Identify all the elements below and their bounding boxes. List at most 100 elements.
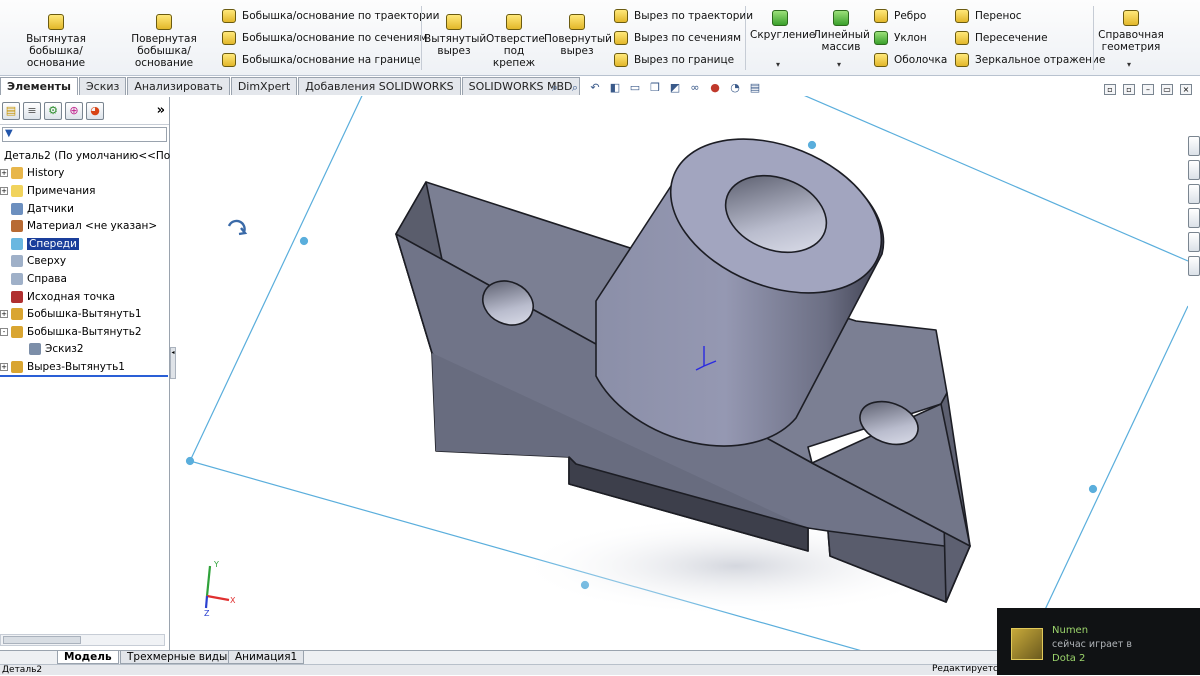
intersect-button[interactable]: Пересечение — [955, 31, 1048, 45]
command-manager-ribbon: Вытянутая бобышка/основание Повернутая б… — [0, 0, 1200, 76]
boundary-cut-icon — [614, 53, 628, 67]
tab-features[interactable]: Элементы — [0, 77, 78, 95]
expand-toggle-icon[interactable]: + — [0, 362, 8, 371]
expand-toggle-icon[interactable]: - — [0, 327, 8, 336]
linear-pattern-button[interactable]: Линейный массив — [813, 10, 870, 53]
tree-item[interactable]: + Бобышка-Вытянуть1 — [0, 305, 170, 323]
extruded-boss-button[interactable]: Вытянутая бобышка/основание — [4, 14, 108, 69]
tree-item[interactable]: - Бобышка-Вытянуть2 — [0, 323, 170, 341]
swept-cut-button[interactable]: Вырез по траектории — [614, 9, 753, 23]
tree-item-icon — [11, 184, 23, 197]
tab-sketch[interactable]: Эскиз — [78, 77, 127, 95]
hole-wizard-button[interactable]: Отверстие под крепеж — [486, 14, 545, 69]
graphics-area[interactable]: Y X Z — [176, 96, 1188, 650]
lofted-boss-button[interactable]: Бобышка/основание по сечениям — [222, 31, 427, 45]
game-notification[interactable]: Numen сейчас играет в Dota 2 — [997, 608, 1200, 675]
property-manager-icon[interactable]: ≡ — [23, 101, 41, 120]
tree-item[interactable]: Исходная точка — [0, 288, 170, 306]
tree-item[interactable]: Спереди — [0, 235, 170, 253]
tree-item-label: Бобышка-Вытянуть1 — [27, 308, 142, 321]
display-style-icon[interactable]: ◩ — [668, 81, 682, 95]
mirror-button[interactable]: Зеркальное отражение — [955, 53, 1105, 67]
draft-button[interactable]: Уклон — [874, 31, 927, 45]
tree-item[interactable]: + History — [0, 165, 170, 183]
tab-model[interactable]: Модель — [57, 651, 119, 664]
revolved-boss-icon — [156, 14, 172, 30]
reference-geometry-button[interactable]: Справочная геометрия — [1096, 10, 1166, 53]
minimize-icon[interactable]: – — [1142, 84, 1154, 95]
zoom-to-area-icon[interactable]: ⌕ — [568, 81, 582, 95]
restore-icon[interactable]: ▭ — [1161, 84, 1173, 95]
display-manager-icon[interactable]: ◕ — [86, 101, 104, 120]
ref-geometry-dropdown-chevron-icon[interactable]: ▾ — [1127, 60, 1131, 69]
revolved-boss-button[interactable]: Повернутая бобышка/основание — [112, 14, 216, 69]
scrollbar-thumb[interactable] — [3, 636, 81, 644]
tab-evaluate[interactable]: Анализировать — [127, 77, 230, 95]
reference-geometry-icon — [1123, 10, 1139, 26]
extruded-cut-icon — [446, 14, 462, 30]
boundary-boss-button[interactable]: Бобышка/основание на границе — [222, 53, 420, 67]
design-library-icon[interactable] — [1188, 160, 1200, 180]
copy-icon[interactable]: ▫ — [1123, 84, 1135, 95]
revolved-cut-button[interactable]: Повернутый вырез — [544, 14, 612, 57]
tree-item-label: Вырез-Вытянуть1 — [27, 360, 125, 373]
zoom-to-fit-icon[interactable]: ⌕ — [548, 81, 562, 95]
edit-appearance-icon[interactable]: ● — [708, 81, 722, 95]
tree-item-label: Эскиз2 — [45, 343, 84, 356]
rotate-view-icon[interactable] — [227, 219, 248, 236]
tree-item-label: History — [27, 167, 65, 180]
tile-icon[interactable]: ▫ — [1104, 84, 1116, 95]
appearances-icon[interactable] — [1188, 232, 1200, 252]
shell-button[interactable]: Оболочка — [874, 53, 947, 67]
hide-show-items-icon[interactable]: ∞ — [688, 81, 702, 95]
tree-item[interactable]: Датчики — [0, 200, 170, 218]
view-palette-icon[interactable] — [1188, 208, 1200, 228]
tree-item-icon — [11, 272, 23, 285]
wrap-button[interactable]: Перенос — [955, 9, 1022, 23]
tree-item[interactable]: Материал <не указан> — [0, 217, 170, 235]
feature-tree-icon[interactable]: ▤ — [2, 101, 20, 120]
notification-status: сейчас играет в — [1052, 639, 1132, 650]
rib-button[interactable]: Ребро — [874, 9, 926, 23]
section-view-icon[interactable]: ◧ — [608, 81, 622, 95]
solidworks-resources-icon[interactable] — [1188, 136, 1200, 156]
expand-toggle-icon[interactable]: + — [0, 169, 8, 178]
dimxpert-manager-icon[interactable]: ⊕ — [65, 101, 83, 120]
lofted-cut-button[interactable]: Вырез по сечениям — [614, 31, 741, 45]
file-explorer-icon[interactable] — [1188, 184, 1200, 204]
previous-view-icon[interactable]: ↶ — [588, 81, 602, 95]
swept-boss-button[interactable]: Бобышка/основание по траектории — [222, 9, 439, 23]
tab-dimxpert[interactable]: DimXpert — [230, 77, 298, 95]
fillet-dropdown-chevron-icon[interactable]: ▾ — [776, 60, 780, 69]
tab-animation[interactable]: Анимация1 — [228, 651, 305, 664]
tree-item[interactable]: + Примечания — [0, 182, 170, 200]
tab-3d-views[interactable]: Трехмерные виды — [120, 651, 235, 664]
tree-item[interactable]: Сверху — [0, 253, 170, 271]
boundary-cut-button[interactable]: Вырез по границе — [614, 53, 734, 67]
custom-properties-icon[interactable] — [1188, 256, 1200, 276]
expand-toggle-icon[interactable]: + — [0, 186, 8, 195]
more-tabs-icon[interactable]: » — [157, 103, 165, 118]
fillet-button[interactable]: Скругление — [750, 10, 815, 41]
view-orientation-icon[interactable]: ❒ — [648, 81, 662, 95]
apply-scene-icon[interactable]: ◔ — [728, 81, 742, 95]
feature-manager-tabs: ▤ ≡ ⚙ ⊕ ◕ » — [0, 97, 169, 125]
tree-item[interactable]: + Вырез-Вытянуть1 — [0, 358, 170, 376]
view-settings-icon[interactable]: ▤ — [748, 81, 762, 95]
extruded-cut-button[interactable]: Вытянутый вырез — [424, 14, 486, 57]
pattern-dropdown-chevron-icon[interactable]: ▾ — [837, 60, 841, 69]
horizontal-scrollbar[interactable] — [0, 634, 165, 646]
configuration-manager-icon[interactable]: ⚙ — [44, 101, 62, 120]
close-icon[interactable]: × — [1180, 84, 1192, 95]
filter-input[interactable]: ▼ — [2, 127, 167, 142]
tree-item[interactable]: Эскиз2 — [0, 341, 170, 359]
tree-item[interactable]: Справа — [0, 270, 170, 288]
rollback-bar[interactable] — [0, 375, 168, 377]
dynamic-annotation-icon[interactable]: ▭ — [628, 81, 642, 95]
mirror-icon — [955, 53, 969, 67]
tab-addins[interactable]: Добавления SOLIDWORKS — [298, 77, 461, 95]
tree-root-part[interactable]: Деталь2 (По умолчанию<<По умо — [0, 147, 170, 165]
expand-toggle-icon[interactable]: + — [0, 310, 8, 319]
